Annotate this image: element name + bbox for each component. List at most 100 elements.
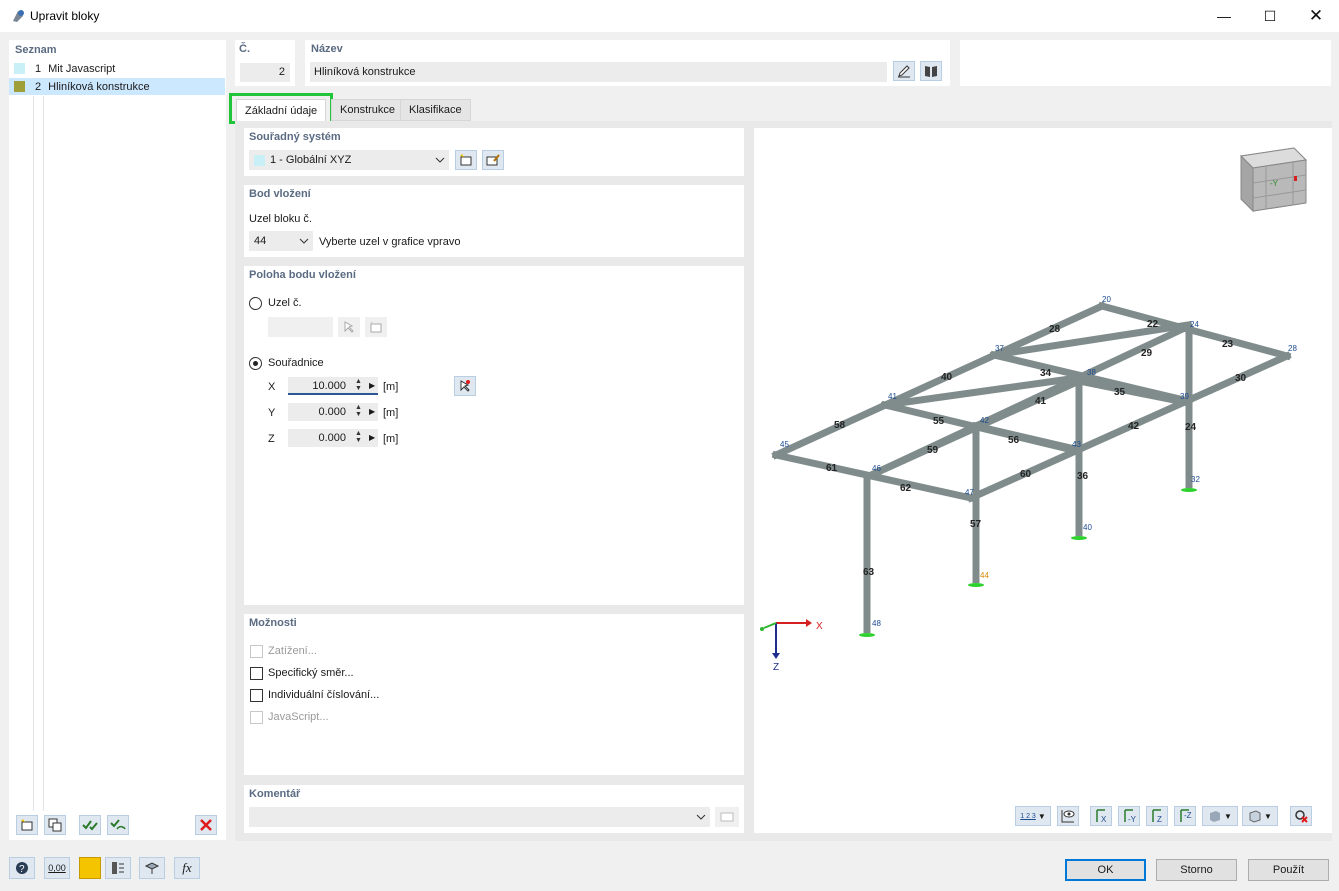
z-arrow-icon[interactable]: ▶: [369, 433, 375, 442]
insert-point-section: Bod vložení Uzel bloku č. 44 Vyberte uze…: [244, 185, 744, 257]
node-label: 43: [1072, 440, 1081, 449]
title-bar: Upravit bloky — ☐ ✕: [0, 0, 1339, 32]
preview-info-panel: [960, 40, 1331, 86]
library-button[interactable]: [920, 61, 942, 81]
svg-text:-Z: -Z: [1184, 811, 1192, 820]
renumber-button[interactable]: [107, 815, 129, 835]
delete-button[interactable]: [195, 815, 217, 835]
maximize-button[interactable]: ☐: [1247, 0, 1293, 32]
axis-x-label: X: [816, 621, 823, 632]
x-spinner[interactable]: ▲ ▼: [355, 378, 362, 392]
display-mode-button[interactable]: ▼: [1202, 806, 1238, 826]
numbering-button[interactable]: 1 2 3 ▼: [1015, 806, 1051, 826]
render-mode-button[interactable]: ▼: [1242, 806, 1278, 826]
list-item-number: 1: [35, 62, 42, 75]
input-value: 0.000: [318, 406, 346, 418]
view-cube[interactable]: -Y: [1239, 147, 1308, 213]
layers-icon: [1210, 811, 1221, 822]
comment-section: Komentář: [244, 785, 744, 833]
list-item[interactable]: 1 Mit Javascript: [9, 60, 226, 77]
copy-block-button[interactable]: [44, 815, 66, 835]
node-label: 37: [995, 344, 1004, 353]
node-hint: Vyberte uzel v grafice vpravo: [319, 236, 461, 248]
help-icon: ?: [16, 862, 28, 875]
cube-icon: [1249, 810, 1261, 823]
specific-direction-checkbox[interactable]: [250, 667, 263, 680]
member-label: 29: [1141, 348, 1153, 359]
cube-face-label: -Y: [1270, 179, 1279, 188]
help-button[interactable]: ?: [9, 857, 35, 879]
view-minus-y-button[interactable]: -Y: [1118, 806, 1140, 826]
member-label: 24: [1185, 422, 1197, 433]
view-z-button[interactable]: Z: [1146, 806, 1168, 826]
member-label: 57: [970, 519, 982, 530]
y-spinner[interactable]: ▲ ▼: [355, 404, 362, 418]
member-label: 55: [933, 416, 945, 427]
edit-name-button[interactable]: [893, 61, 915, 81]
tab-label: Konstrukce: [340, 104, 396, 116]
color-button[interactable]: [79, 857, 101, 879]
individual-numbering-checkbox[interactable]: [250, 689, 263, 702]
tab-structure[interactable]: Konstrukce: [331, 99, 405, 121]
input-value: 10.000: [312, 380, 346, 392]
formula-button[interactable]: fx: [174, 857, 200, 879]
chevron-down-icon: [299, 238, 309, 244]
comment-input[interactable]: [249, 807, 710, 827]
member-label: 59: [927, 445, 939, 456]
pick-coordinates-button[interactable]: [454, 376, 476, 396]
select-value: 44: [254, 235, 267, 247]
new-icon: [21, 819, 33, 831]
node-label: 46: [872, 464, 881, 473]
new-coord-system-button[interactable]: [455, 150, 477, 170]
minimize-button[interactable]: —: [1201, 0, 1247, 32]
coord-system-select[interactable]: 1 - Globální XYZ: [249, 150, 449, 170]
select-value: 1 - Globální XYZ: [270, 154, 352, 166]
reset-view-button[interactable]: [1290, 806, 1312, 826]
x-unit: [m]: [383, 381, 399, 393]
check-all-button[interactable]: [79, 815, 101, 835]
edit-coord-system-button[interactable]: [482, 150, 504, 170]
member-label: 34: [1040, 368, 1052, 379]
new-icon: [370, 321, 382, 333]
close-button[interactable]: ✕: [1293, 0, 1339, 32]
cancel-button[interactable]: Storno: [1156, 859, 1237, 881]
x-arrow-icon[interactable]: ▶: [369, 381, 375, 390]
ok-button[interactable]: OK: [1065, 859, 1146, 881]
structure-model[interactable]: 20 24 28 37 38 39 41 42 43 45 46 47 32 4…: [754, 128, 1332, 833]
section-title: Poloha bodu vložení: [249, 269, 356, 281]
units-button[interactable]: 0,00: [44, 857, 70, 879]
member-label: 56: [1008, 435, 1020, 446]
member-labels: 28 22 23 29 40 34 35 30 41 24 58 55 56 4…: [826, 319, 1247, 578]
apply-button[interactable]: Použít: [1248, 859, 1329, 881]
y-arrow-icon[interactable]: ▶: [369, 407, 375, 416]
radio-coordinates[interactable]: [249, 357, 262, 370]
chevron-down-icon: [435, 157, 445, 163]
list-item-selected[interactable]: 2 Hliníková konstrukce: [9, 78, 225, 95]
graphics-viewport[interactable]: 20 24 28 37 38 39 41 42 43 45 46 47 32 4…: [754, 128, 1332, 833]
display-button[interactable]: [139, 857, 165, 879]
tab-classification[interactable]: Klasifikace: [400, 99, 471, 121]
node-select[interactable]: 44: [249, 231, 313, 251]
new-block-button[interactable]: [16, 815, 38, 835]
member-label: 35: [1114, 387, 1126, 398]
comment-library-button: [715, 807, 739, 827]
x-coordinate-input[interactable]: 10.000: [288, 377, 378, 395]
z-coordinate-input[interactable]: 0.000: [288, 429, 378, 447]
info-button[interactable]: [105, 857, 131, 879]
color-swatch: [14, 63, 25, 74]
z-unit: [m]: [383, 433, 399, 445]
view-minus-z-button[interactable]: -Z: [1174, 806, 1196, 826]
number-field[interactable]: 2: [240, 63, 290, 82]
z-spinner[interactable]: ▲ ▼: [355, 430, 362, 444]
view-eye-button[interactable]: [1057, 806, 1079, 826]
view-x-button[interactable]: X: [1090, 806, 1112, 826]
position-section: Poloha bodu vložení Uzel č. Souřadnice X…: [244, 266, 744, 605]
number-panel: Č. 2: [235, 40, 295, 86]
y-coordinate-input[interactable]: 0.000: [288, 403, 378, 421]
radio-node[interactable]: [249, 297, 262, 310]
name-panel: Název Hliníková konstrukce: [305, 40, 950, 86]
name-field[interactable]: Hliníková konstrukce: [310, 62, 887, 82]
section-title: Bod vložení: [249, 188, 311, 200]
loads-checkbox: [250, 645, 263, 658]
reset-icon: [1295, 810, 1308, 823]
